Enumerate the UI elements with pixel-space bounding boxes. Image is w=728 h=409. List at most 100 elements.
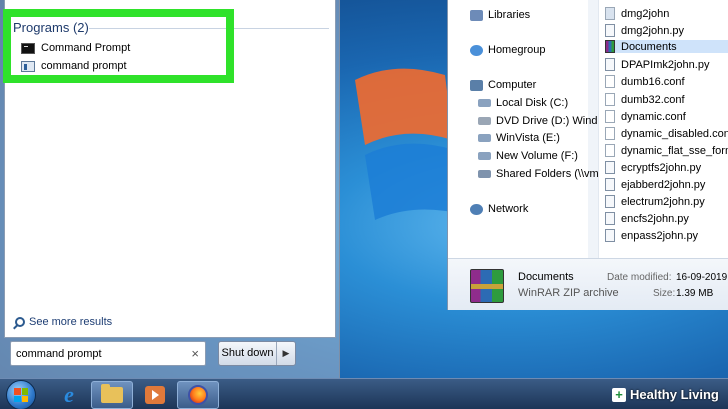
file-item[interactable]: dynamic.conf bbox=[605, 110, 686, 123]
see-more-label: See more results bbox=[29, 316, 113, 328]
clear-search-icon[interactable]: × bbox=[191, 346, 199, 361]
python-file-icon bbox=[605, 161, 615, 174]
taskbar-firefox[interactable] bbox=[177, 381, 219, 409]
file-name: dumb32.conf bbox=[621, 93, 685, 106]
nav-label: Local Disk (C:) bbox=[496, 97, 569, 109]
result-label: Command Prompt bbox=[41, 42, 131, 54]
file-item[interactable]: dynamic_flat_sse_formats bbox=[605, 144, 728, 157]
shutdown-options-arrow-icon[interactable]: ▶ bbox=[277, 348, 295, 359]
disk-icon bbox=[478, 99, 491, 107]
date-modified-label: Date modified: bbox=[607, 272, 672, 283]
media-player-icon bbox=[145, 386, 165, 404]
python-file-icon bbox=[605, 212, 615, 225]
result-command-prompt[interactable]: Command Prompt bbox=[21, 39, 130, 57]
size-value: 1.39 MB bbox=[676, 288, 714, 299]
file-item[interactable]: encfs2john.py bbox=[605, 212, 689, 225]
file-item[interactable]: dumb32.conf bbox=[605, 93, 685, 106]
details-file-type: WinRAR ZIP archive bbox=[518, 287, 619, 299]
file-item[interactable]: ecryptfs2john.py bbox=[605, 161, 701, 174]
nav-label: Libraries bbox=[488, 9, 531, 21]
libraries-icon bbox=[470, 9, 483, 21]
python-file-icon bbox=[605, 58, 615, 71]
file-item[interactable]: electrum2john.py bbox=[605, 195, 705, 208]
nav-dvd-drive[interactable]: DVD Drive (D:) Windo bbox=[478, 115, 604, 127]
file-name: dmg2john bbox=[621, 7, 670, 20]
nav-new-volume[interactable]: New Volume (F:) bbox=[478, 150, 578, 162]
python-file-icon bbox=[605, 229, 615, 242]
file-name: ejabberd2john.py bbox=[621, 178, 706, 191]
homegroup-icon bbox=[470, 44, 483, 56]
result-command-prompt-shortcut[interactable]: command prompt bbox=[21, 57, 127, 75]
details-pane: Documents WinRAR ZIP archive Date modifi… bbox=[448, 258, 728, 310]
disk-icon bbox=[478, 152, 491, 160]
python-file-icon bbox=[605, 195, 615, 208]
file-item-selected[interactable]: Documents bbox=[605, 40, 728, 53]
shutdown-button[interactable]: Shut down bbox=[219, 342, 277, 365]
file-name: enpass2john.py bbox=[621, 229, 699, 242]
network-icon bbox=[470, 203, 483, 215]
file-name: encfs2john.py bbox=[621, 212, 689, 225]
start-button[interactable] bbox=[6, 380, 36, 409]
python-file-icon bbox=[605, 24, 615, 37]
navigation-pane: Libraries Homegroup Computer Local Disk … bbox=[448, 0, 604, 258]
folder-icon bbox=[101, 384, 123, 403]
file-item[interactable]: dynamic_disabled.conf bbox=[605, 127, 728, 140]
start-menu-results-pane: Programs (2) Command Prompt command prom… bbox=[4, 0, 336, 338]
windows-flag-icon bbox=[14, 388, 28, 402]
shutdown-button-group: Shut down ▶ bbox=[218, 341, 296, 366]
start-menu: Programs (2) Command Prompt command prom… bbox=[0, 0, 340, 378]
file-name: electrum2john.py bbox=[621, 195, 705, 208]
file-name: DPAPImk2john.py bbox=[621, 58, 710, 71]
file-icon bbox=[605, 144, 615, 157]
nav-homegroup[interactable]: Homegroup bbox=[470, 44, 545, 56]
file-name: dynamic_flat_sse_formats bbox=[621, 144, 728, 157]
explorer-window: Libraries Homegroup Computer Local Disk … bbox=[447, 0, 728, 310]
search-value: command prompt bbox=[16, 347, 102, 360]
nav-computer[interactable]: Computer bbox=[470, 79, 536, 91]
date-modified-value: 16-09-2019 bbox=[676, 272, 728, 283]
taskbar-internet-explorer[interactable]: e bbox=[48, 381, 90, 409]
python-file-icon bbox=[605, 178, 615, 191]
shortcut-icon bbox=[21, 60, 35, 72]
firefox-icon bbox=[188, 385, 208, 405]
winrar-icon bbox=[605, 40, 615, 53]
size-label: Size: bbox=[653, 288, 676, 299]
taskbar-media-player[interactable] bbox=[134, 381, 176, 409]
file-item[interactable]: enpass2john.py bbox=[605, 229, 698, 242]
file-icon bbox=[605, 110, 615, 123]
start-search-input[interactable]: command prompt × bbox=[10, 341, 206, 366]
file-name: Documents bbox=[621, 40, 677, 53]
file-item[interactable]: dmg2john bbox=[605, 7, 669, 20]
file-name: dmg2john.py bbox=[621, 24, 684, 37]
nav-label: Shared Folders (\\vm bbox=[496, 168, 599, 180]
nav-libraries[interactable]: Libraries bbox=[470, 9, 530, 21]
file-name: dynamic_disabled.conf bbox=[621, 127, 728, 140]
network-drive-icon bbox=[478, 170, 491, 178]
programs-header: Programs (2) bbox=[13, 20, 89, 35]
nav-label: DVD Drive (D:) Windo bbox=[496, 115, 604, 127]
watermark-logo: + Healthy Living bbox=[612, 387, 719, 402]
search-icon bbox=[15, 317, 25, 327]
file-icon bbox=[605, 127, 615, 140]
disk-icon bbox=[478, 134, 491, 142]
nav-label: Computer bbox=[488, 79, 537, 91]
nav-local-disk[interactable]: Local Disk (C:) bbox=[478, 97, 568, 109]
file-item[interactable]: ejabberd2john.py bbox=[605, 178, 705, 191]
result-label: command prompt bbox=[41, 60, 127, 72]
internet-explorer-icon: e bbox=[64, 382, 74, 407]
taskbar-windows-explorer[interactable] bbox=[91, 381, 133, 409]
nav-shared-folders[interactable]: Shared Folders (\\vm bbox=[478, 168, 599, 180]
file-item[interactable]: dumb16.conf bbox=[605, 75, 685, 88]
file-name: dumb16.conf bbox=[621, 75, 685, 88]
file-name: dynamic.conf bbox=[621, 110, 686, 123]
nav-winvista[interactable]: WinVista (E:) bbox=[478, 132, 560, 144]
nav-label: WinVista (E:) bbox=[496, 132, 560, 144]
see-more-results-link[interactable]: See more results bbox=[15, 316, 112, 328]
programs-divider bbox=[89, 28, 329, 29]
nav-network[interactable]: Network bbox=[470, 203, 528, 215]
file-icon bbox=[605, 75, 615, 88]
file-item[interactable]: dmg2john.py bbox=[605, 24, 684, 37]
details-file-name: Documents bbox=[518, 271, 574, 283]
file-item[interactable]: DPAPImk2john.py bbox=[605, 58, 709, 71]
file-name: ecryptfs2john.py bbox=[621, 161, 702, 174]
